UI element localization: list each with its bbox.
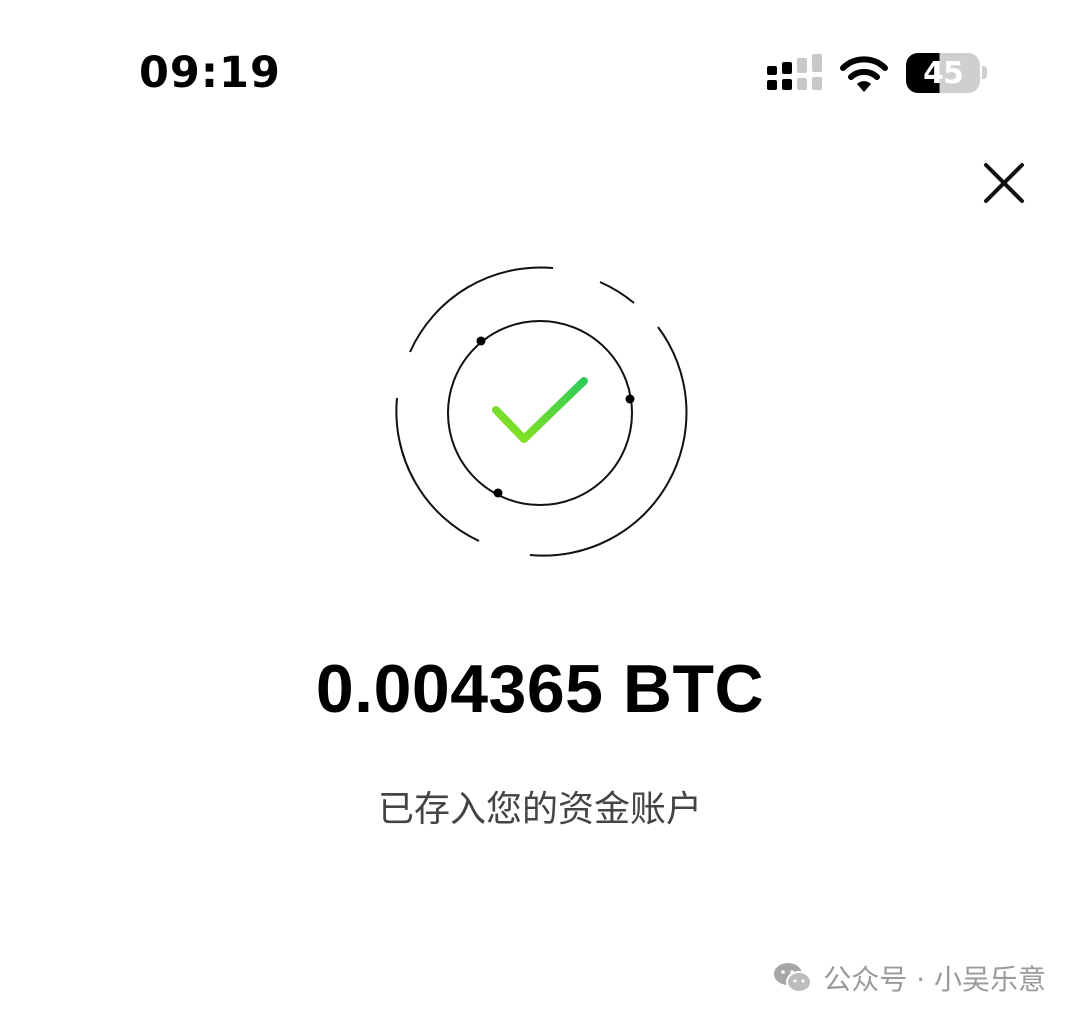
ring-dot [476, 336, 486, 346]
close-button[interactable] [976, 155, 1032, 211]
close-icon [984, 163, 1024, 203]
deposit-success-screen: 09:19 45 0.004365 BTC 已存入您的资金账户 公众号 · 小吴… [0, 0, 1080, 1023]
ring-dot [493, 488, 503, 498]
watermark: 公众号 · 小吴乐意 [773, 958, 1046, 998]
ring-dot [625, 394, 635, 404]
deposit-message: 已存入您的资金账户 [377, 789, 702, 830]
battery-tip [982, 66, 987, 79]
status-icons [767, 54, 888, 92]
wechat-icon [774, 963, 813, 993]
outer-ring-decoration [395, 266, 688, 557]
status-time: 09:19 [139, 48, 281, 98]
inner-ring [447, 320, 633, 506]
battery-icon: 45 [906, 53, 980, 93]
battery-level: 45 [923, 55, 964, 91]
watermark-text: 公众号 · 小吴乐意 [823, 963, 1046, 996]
cellular-signal-icon [767, 54, 822, 90]
success-graphic [395, 266, 688, 557]
checkmark-icon [492, 377, 588, 443]
wifi-icon [840, 56, 888, 92]
deposit-amount: 0.004365 BTC [315, 651, 765, 727]
